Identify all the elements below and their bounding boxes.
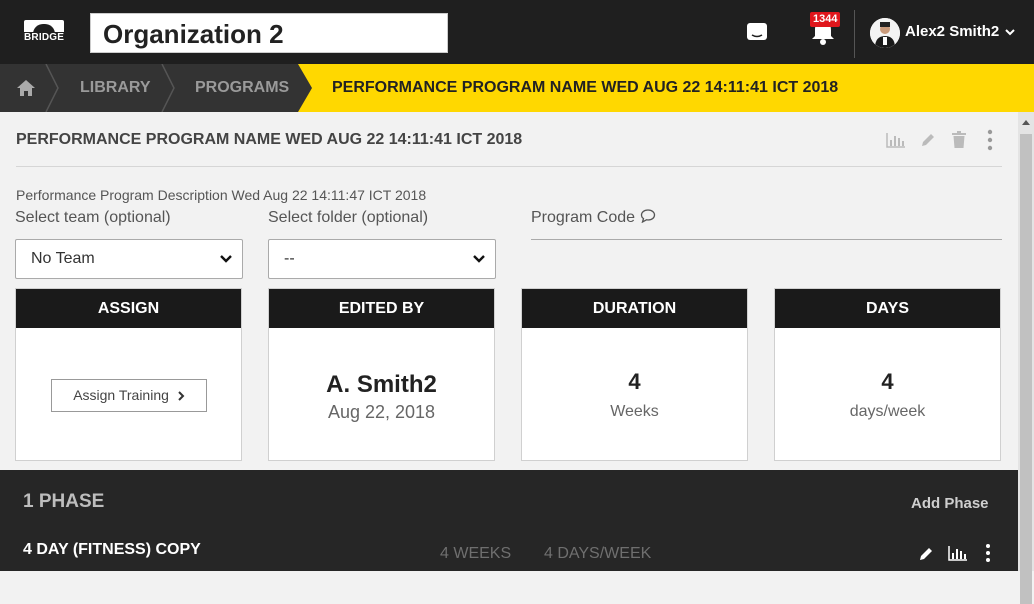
pencil-icon[interactable] <box>918 546 934 562</box>
chevron-down-icon <box>473 255 485 263</box>
assign-training-button[interactable]: Assign Training <box>51 379 207 412</box>
breadcrumb-current-label: PERFORMANCE PROGRAM NAME WED AUG 22 14:1… <box>332 79 839 96</box>
bridge-logo[interactable]: BRIDGE <box>24 20 70 44</box>
duration-unit: Weeks <box>610 403 659 420</box>
phase-days: 4 DAYS/WEEK <box>544 545 652 562</box>
card-header: DURATION <box>522 289 747 328</box>
days-value: 4 <box>881 369 894 394</box>
program-code-input[interactable] <box>531 239 1002 240</box>
folder-select-value: -- <box>284 250 295 267</box>
card-header: EDITED BY <box>269 289 494 328</box>
chevron-down-icon <box>220 255 232 263</box>
phases-section: 1 PHASE Add Phase 4 DAY (FITNESS) COPY 4… <box>0 470 1018 571</box>
phases-title: 1 PHASE <box>23 491 105 512</box>
chat-icon[interactable] <box>746 21 768 43</box>
avatar[interactable] <box>870 18 900 48</box>
duration-card: DURATION 4 Weeks <box>521 288 748 461</box>
chevron-down-icon[interactable] <box>1004 26 1016 38</box>
chevron-right-icon <box>178 391 185 401</box>
page-title: PERFORMANCE PROGRAM NAME WED AUG 22 14:1… <box>16 131 523 148</box>
edited-date: Aug 22, 2018 <box>327 402 436 422</box>
folder-label: Select folder (optional) <box>268 209 429 226</box>
divider <box>16 166 1002 167</box>
pencil-icon[interactable] <box>920 132 936 148</box>
program-code-label[interactable]: Program Code <box>531 209 656 227</box>
edited-by-card: EDITED BY A. Smith2 Aug 22, 2018 <box>268 288 495 461</box>
card-header: ASSIGN <box>16 289 241 328</box>
notification-badge: 1344 <box>810 12 841 27</box>
team-select[interactable]: No Team <box>15 239 243 279</box>
phase-weeks: 4 WEEKS <box>440 545 512 562</box>
comment-icon <box>640 209 655 224</box>
scrollbar-thumb[interactable] <box>1020 134 1032 604</box>
notifications-button[interactable]: 1344 <box>808 12 841 46</box>
breadcrumb-separator-icon <box>45 64 59 112</box>
editor-name: A. Smith2 <box>326 371 437 398</box>
more-vertical-icon[interactable] <box>986 128 994 152</box>
scroll-up-icon[interactable] <box>1022 120 1030 125</box>
breadcrumb-programs[interactable]: PROGRAMS <box>195 64 289 112</box>
program-actions <box>886 128 1006 152</box>
organization-name[interactable]: Organization 2 <box>90 13 448 53</box>
folder-select[interactable]: -- <box>268 239 496 279</box>
phase-name[interactable]: 4 DAY (FITNESS) COPY <box>23 541 201 559</box>
breadcrumb-current: PERFORMANCE PROGRAM NAME WED AUG 22 14:1… <box>298 64 1034 112</box>
assign-training-label: Assign Training <box>73 387 169 403</box>
phase-actions <box>918 544 998 564</box>
card-header: DAYS <box>775 289 1000 328</box>
program-code-text: Program Code <box>531 209 636 226</box>
divider <box>854 10 855 58</box>
user-name[interactable]: Alex2 Smith2 <box>905 23 999 40</box>
breadcrumb-separator-icon <box>161 64 175 112</box>
home-icon <box>17 80 35 96</box>
duration-value: 4 <box>628 369 641 394</box>
vertical-scrollbar[interactable] <box>1018 112 1034 604</box>
chart-icon[interactable] <box>886 132 906 148</box>
add-phase-button[interactable]: Add Phase <box>911 495 989 512</box>
breadcrumb: LIBRARY PROGRAMS PERFORMANCE PROGRAM NAM… <box>0 64 1034 112</box>
program-description: Performance Program Description Wed Aug … <box>16 187 427 203</box>
chart-icon[interactable] <box>948 545 968 561</box>
team-select-value: No Team <box>31 250 95 267</box>
program-details: PERFORMANCE PROGRAM NAME WED AUG 22 14:1… <box>0 112 1018 571</box>
days-unit: days/week <box>849 403 926 420</box>
days-card: DAYS 4 days/week <box>774 288 1001 461</box>
breadcrumb-library[interactable]: LIBRARY <box>80 64 151 112</box>
team-label: Select team (optional) <box>15 209 171 226</box>
logo-text: BRIDGE <box>24 32 65 43</box>
assign-card: ASSIGN Assign Training <box>15 288 242 461</box>
more-vertical-icon[interactable] <box>984 542 992 564</box>
trash-icon[interactable] <box>952 131 966 148</box>
top-bar: BRIDGE Organization 2 1344 Alex2 Smith2 <box>0 0 1034 64</box>
